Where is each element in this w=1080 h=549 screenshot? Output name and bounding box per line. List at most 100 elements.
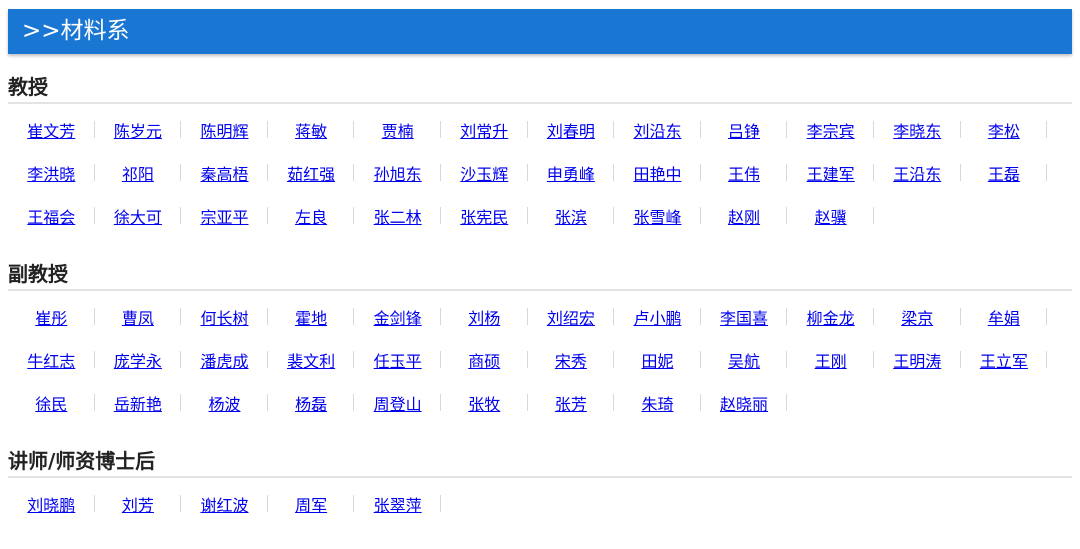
faculty-name-link[interactable]: 赵刚 — [728, 204, 760, 228]
faculty-name-link[interactable]: 刘杨 — [468, 305, 500, 329]
faculty-name-link[interactable]: 陈岁元 — [114, 118, 162, 142]
faculty-name-link[interactable]: 王建军 — [807, 161, 855, 185]
faculty-name-link[interactable]: 任玉平 — [374, 348, 422, 372]
faculty-name-link[interactable]: 杨波 — [208, 391, 240, 415]
faculty-name-link[interactable]: 刘沿东 — [633, 118, 681, 142]
faculty-cell: 李晓东 — [874, 108, 961, 151]
faculty-name-link[interactable]: 刘晓鹏 — [27, 492, 75, 516]
faculty-cell: 申勇峰 — [528, 151, 615, 194]
faculty-name-link[interactable]: 宋秀 — [555, 348, 587, 372]
faculty-name-link[interactable]: 李晓东 — [893, 118, 941, 142]
faculty-name-link[interactable]: 金剑锋 — [374, 305, 422, 329]
faculty-name-link[interactable]: 李宗宾 — [807, 118, 855, 142]
faculty-name-link[interactable]: 张翠萍 — [374, 492, 422, 516]
faculty-name-link[interactable]: 柳金龙 — [807, 305, 855, 329]
faculty-name-link[interactable]: 沙玉辉 — [460, 161, 508, 185]
faculty-name-link[interactable]: 张滨 — [555, 204, 587, 228]
faculty-name-link[interactable]: 卢小鹏 — [633, 305, 681, 329]
faculty-name-link[interactable]: 王明涛 — [893, 348, 941, 372]
faculty-name-link[interactable]: 潘虎成 — [200, 348, 248, 372]
section-professors: 教授 崔文芳 陈岁元 陈明辉 蒋敏 贾楠 刘常升 刘春明 刘沿东 吕铮 李宗宾 李晓东 李松李洪晓 祁阳… — [8, 72, 1072, 237]
faculty-name-link[interactable]: 裴文利 — [287, 348, 335, 372]
faculty-cell: 庞学永 — [95, 338, 182, 381]
faculty-cell: 王刚 — [787, 338, 874, 381]
faculty-name-link[interactable]: 祁阳 — [122, 161, 154, 185]
faculty-name-link[interactable]: 左良 — [295, 204, 327, 228]
faculty-cell: 李宗宾 — [787, 108, 874, 151]
faculty-name-link[interactable]: 庞学永 — [114, 348, 162, 372]
faculty-name-link[interactable]: 张二林 — [374, 204, 422, 228]
faculty-name-link[interactable]: 杨磊 — [295, 391, 327, 415]
faculty-cell: 左良 — [268, 194, 355, 237]
faculty-name-link[interactable]: 贾楠 — [382, 118, 414, 142]
faculty-cell: 徐大可 — [95, 194, 182, 237]
faculty-name-link[interactable]: 孙旭东 — [374, 161, 422, 185]
faculty-name-link[interactable]: 商硕 — [468, 348, 500, 372]
faculty-name-link[interactable]: 刘芳 — [122, 492, 154, 516]
faculty-name-link[interactable]: 王伟 — [728, 161, 760, 185]
faculty-name-link[interactable]: 张芳 — [555, 391, 587, 415]
faculty-cell: 陈明辉 — [181, 108, 268, 151]
faculty-name-link[interactable]: 吴航 — [728, 348, 760, 372]
faculty-cell: 杨磊 — [268, 381, 355, 424]
faculty-name-link[interactable]: 谢红波 — [200, 492, 248, 516]
faculty-name-link[interactable]: 赵晓丽 — [720, 391, 768, 415]
faculty-name-link[interactable]: 宗亚平 — [200, 204, 248, 228]
section-title-professors: 教授 — [8, 72, 1072, 104]
faculty-name-link[interactable]: 王沿东 — [893, 161, 941, 185]
faculty-name-link[interactable]: 王福会 — [27, 204, 75, 228]
faculty-name-link[interactable]: 徐大可 — [114, 204, 162, 228]
faculty-name-link[interactable]: 王磊 — [988, 161, 1020, 185]
faculty-name-link[interactable]: 刘常升 — [460, 118, 508, 142]
faculty-cell: 牟娟 — [961, 295, 1048, 338]
faculty-name-link[interactable]: 王立军 — [980, 348, 1028, 372]
faculty-name-link[interactable]: 茹红强 — [287, 161, 335, 185]
faculty-name-link[interactable]: 秦高梧 — [200, 161, 248, 185]
faculty-name-link[interactable]: 曹凤 — [122, 305, 154, 329]
faculty-name-link[interactable]: 李洪晓 — [27, 161, 75, 185]
faculty-cell: 刘沿东 — [614, 108, 701, 151]
faculty-name-link[interactable]: 张牧 — [468, 391, 500, 415]
faculty-cell: 刘杨 — [441, 295, 528, 338]
faculty-name-link[interactable]: 周登山 — [374, 391, 422, 415]
faculty-cell: 刘晓鹏 — [8, 482, 95, 525]
faculty-name-link[interactable]: 朱琦 — [641, 391, 673, 415]
faculty-name-link[interactable]: 吕铮 — [728, 118, 760, 142]
faculty-cell: 王立军 — [961, 338, 1048, 381]
faculty-name-link[interactable]: 何长树 — [200, 305, 248, 329]
faculty-name-link[interactable]: 霍地 — [295, 305, 327, 329]
faculty-name-link[interactable]: 张宪民 — [460, 204, 508, 228]
faculty-name-link[interactable]: 李松 — [988, 118, 1020, 142]
faculty-name-link[interactable]: 周军 — [295, 492, 327, 516]
faculty-name-link[interactable]: 岳新艳 — [114, 391, 162, 415]
faculty-name-link[interactable]: 赵骥 — [815, 204, 847, 228]
faculty-cell: 张芳 — [528, 381, 615, 424]
faculty-name-link[interactable]: 牛红志 — [27, 348, 75, 372]
department-header: >>材料系 — [8, 9, 1072, 54]
faculty-cell: 孙旭东 — [354, 151, 441, 194]
faculty-name-link[interactable]: 李国喜 — [720, 305, 768, 329]
faculty-cell: 吴航 — [701, 338, 788, 381]
faculty-cell: 潘虎成 — [181, 338, 268, 381]
faculty-name-link[interactable]: 梁京 — [901, 305, 933, 329]
faculty-name-link[interactable]: 王刚 — [815, 348, 847, 372]
faculty-cell: 王沿东 — [874, 151, 961, 194]
faculty-name-link[interactable]: 徐民 — [35, 391, 67, 415]
faculty-cell: 李国喜 — [701, 295, 788, 338]
faculty-name-link[interactable]: 崔文芳 — [27, 118, 75, 142]
faculty-name-link[interactable]: 崔彤 — [35, 305, 67, 329]
faculty-name-link[interactable]: 牟娟 — [988, 305, 1020, 329]
faculty-name-link[interactable]: 陈明辉 — [200, 118, 248, 142]
faculty-name-link[interactable]: 刘绍宏 — [547, 305, 595, 329]
faculty-name-link[interactable]: 蒋敏 — [295, 118, 327, 142]
faculty-cell: 刘常升 — [441, 108, 528, 151]
section-lecturers: 讲师/师资博士后 刘晓鹏 刘芳 谢红波 周军 张翠萍 — [8, 446, 1072, 525]
faculty-name-link[interactable]: 田艳中 — [633, 161, 681, 185]
faculty-cell: 杨波 — [181, 381, 268, 424]
faculty-name-link[interactable]: 刘春明 — [547, 118, 595, 142]
faculty-name-link[interactable]: 申勇峰 — [547, 161, 595, 185]
faculty-name-link[interactable]: 田妮 — [641, 348, 673, 372]
faculty-name-link[interactable]: 张雪峰 — [633, 204, 681, 228]
faculty-grid-lecturers: 刘晓鹏 刘芳 谢红波 周军 张翠萍 — [8, 478, 1072, 525]
section-associate-professors: 副教授 崔彤 曹凤 何长树 霍地 金剑锋 刘杨 刘绍宏 卢小鹏 李国喜 柳金龙 梁京 牟娟 牛红志 庞学永… — [8, 259, 1072, 424]
